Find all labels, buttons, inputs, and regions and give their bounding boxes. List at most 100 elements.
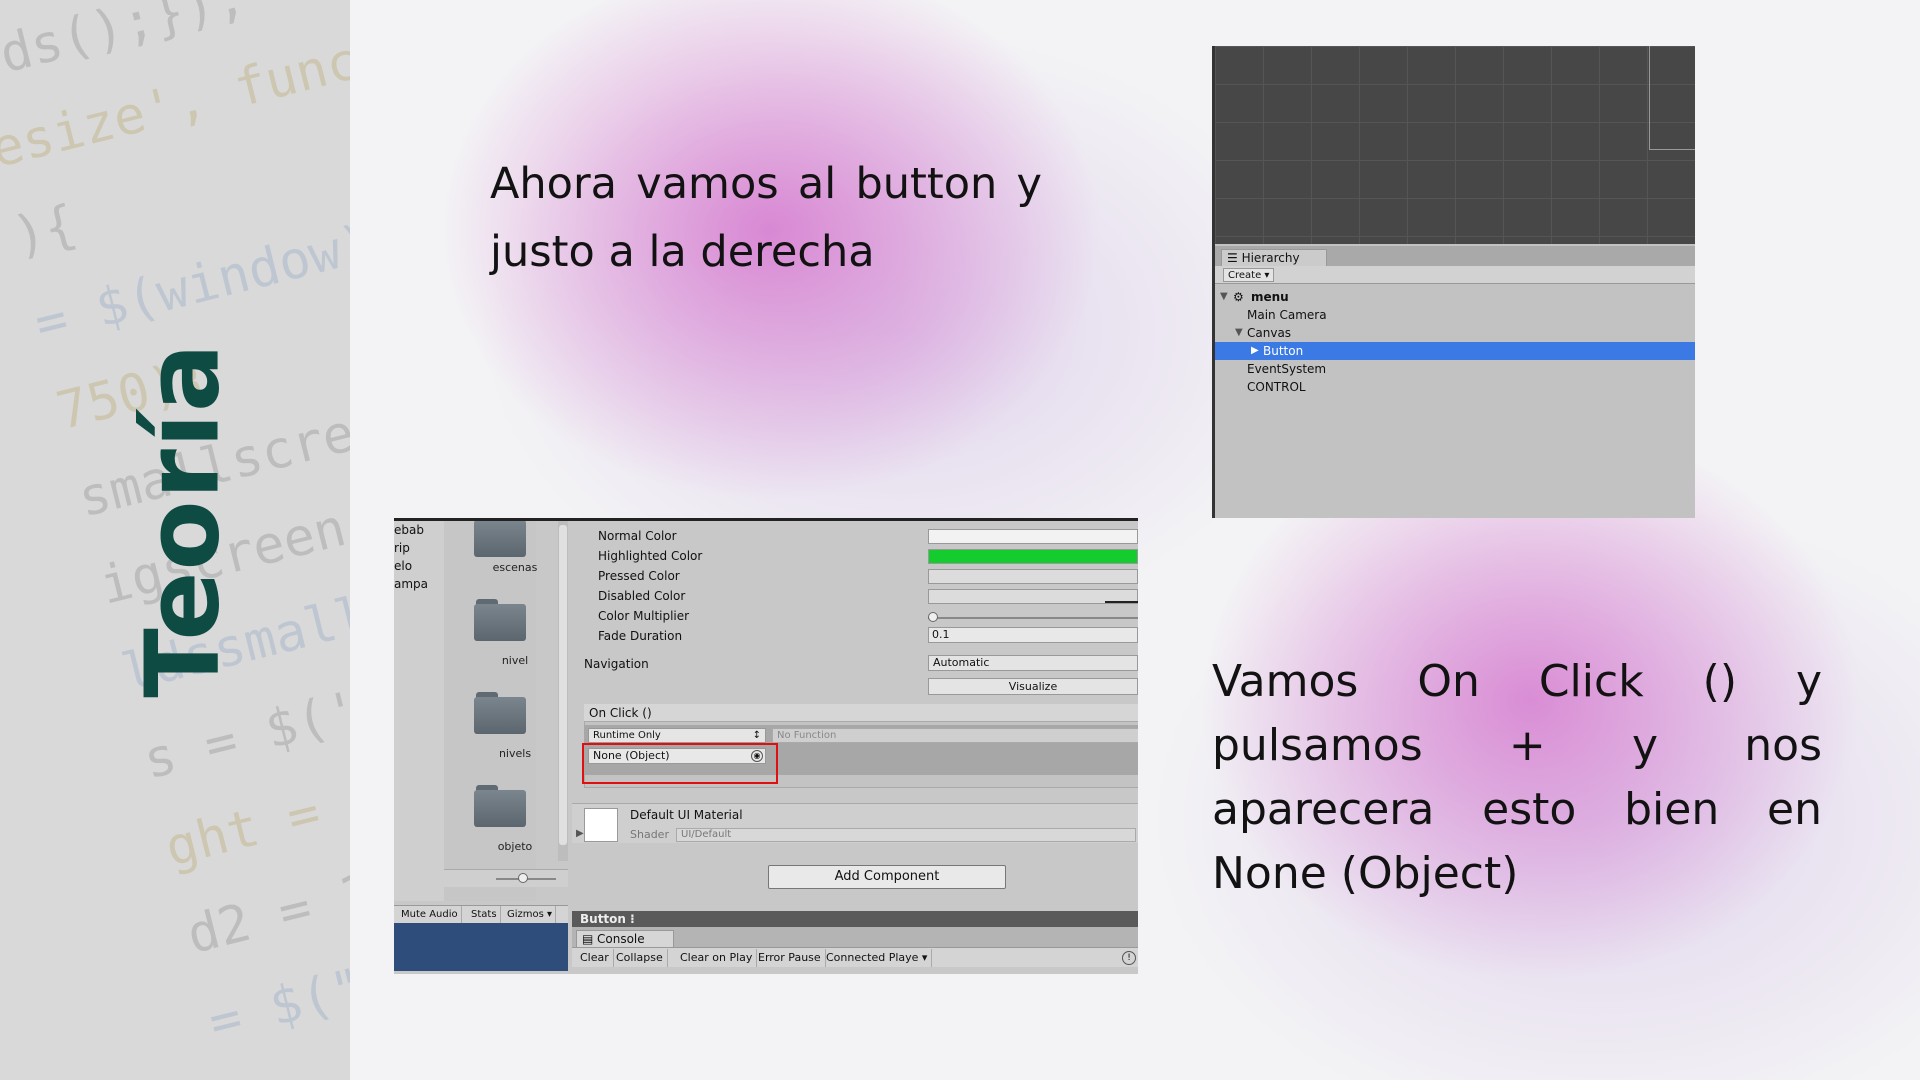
create-label: Create [1228, 270, 1262, 281]
console-toolbar: Clear Collapse Clear on Play Error Pause… [572, 947, 1138, 967]
project-tree: ebab rip elo ampa [394, 521, 444, 901]
normal-color-label: Normal Color [598, 529, 677, 543]
folder-icon[interactable] [474, 785, 526, 827]
scroll-marker [1212, 466, 1215, 484]
unity-scene-icon: ⚙ [1233, 290, 1244, 304]
tab-label: Hierarchy [1241, 251, 1300, 265]
inspector-screenshot: ebab rip elo ampa escenas nivel nivels o… [394, 518, 1138, 974]
tab-hierarchy[interactable]: ☰ Hierarchy [1221, 249, 1327, 267]
chevron-down-icon: ▾ [543, 909, 553, 920]
chevron-down-icon: ▾ [918, 951, 928, 964]
console-icon: ▤ [582, 932, 594, 946]
project-item[interactable]: elo [394, 557, 444, 575]
scene-view [1215, 46, 1695, 244]
connected-player-dropdown[interactable]: Connected Playe ▾ [822, 949, 933, 967]
color-multiplier-label: Color Multiplier [598, 609, 690, 623]
hierarchy-item-label: EventSystem [1247, 362, 1327, 376]
project-item[interactable]: ebab [394, 521, 444, 539]
project-scrollbar[interactable] [558, 521, 568, 861]
expand-arrow-icon[interactable]: ▼ [1220, 288, 1228, 306]
hierarchy-tabbar: ☰ Hierarchy [1215, 246, 1695, 267]
scene-name: menu [1251, 290, 1289, 304]
button-panel-title: Button [580, 912, 626, 926]
hierarchy-item-main-camera[interactable]: Main Camera [1215, 306, 1695, 324]
drag-handle-icon: ⁝ [625, 912, 635, 926]
zoom-slider-knob[interactable] [518, 873, 528, 883]
tab-label: Console [597, 932, 645, 946]
error-pause-button[interactable]: Error Pause [754, 949, 826, 967]
highlight-annotation [582, 743, 778, 784]
pressed-color-label: Pressed Color [598, 569, 680, 583]
connected-player-label: Connected Playe [826, 951, 919, 964]
folder-icon[interactable] [474, 692, 526, 734]
hierarchy-item-label: Canvas [1247, 326, 1292, 340]
color-multiplier-slider[interactable] [928, 617, 1138, 619]
gizmos-label: Gizmos [507, 909, 544, 920]
console-tabbar: ▤ Console [572, 927, 1138, 947]
project-item[interactable]: rip [394, 539, 444, 557]
clear-button[interactable]: Clear [576, 949, 614, 967]
inspector-panel: Normal Color Highlighted Color Pressed C… [572, 521, 1138, 921]
highlighted-color-label: Highlighted Color [598, 549, 703, 563]
hierarchy-item-label: Button [1263, 344, 1304, 358]
side-title: Teoría [123, 342, 243, 698]
gizmos-button[interactable]: Gizmos ▾ [504, 906, 557, 924]
info-icon[interactable]: ! [1122, 951, 1136, 965]
hierarchy-item-label: CONTROL [1247, 380, 1306, 394]
add-component-button[interactable]: Add Component [768, 865, 1006, 889]
hierarchy-item-button[interactable]: ▶ Button [1215, 342, 1695, 360]
runtime-dropdown[interactable]: Runtime Only ↕ [588, 728, 766, 743]
instruction-text-top: Ahora vamos al button y justo a la derec… [490, 159, 1042, 277]
material-name: Default UI Material [630, 808, 743, 822]
instruction-text-bottom: Vamos On Click () y pulsamos + y nos apa… [1212, 656, 1822, 899]
pressed-color-field[interactable] [928, 569, 1138, 584]
tab-console[interactable]: ▤ Console [576, 930, 674, 947]
hierarchy-tree: ▼ ⚙ menu Main Camera ▼ Canvas ▶ Button E… [1215, 288, 1695, 396]
expand-arrow-icon[interactable]: ▶ [576, 828, 584, 839]
fade-duration-label: Fade Duration [598, 629, 683, 643]
collapse-arrow-icon[interactable]: ▶ [1251, 342, 1259, 360]
side-panel: rds();}); esize', functi ){ = $(window).… [0, 0, 350, 1080]
color-multiplier-knob[interactable] [928, 612, 938, 622]
hierarchy-item-eventsystem[interactable]: EventSystem [1215, 360, 1695, 378]
game-toolbar: Mute Audio Stats Gizmos ▾ [394, 905, 568, 924]
hierarchy-toolbar: Create ▾ [1215, 266, 1695, 284]
highlighted-color-field[interactable] [928, 549, 1138, 564]
normal-color-field[interactable] [928, 529, 1138, 544]
scene-row[interactable]: ▼ ⚙ menu [1215, 288, 1695, 306]
navigation-label: Navigation [584, 657, 649, 671]
stats-button[interactable]: Stats [468, 906, 501, 924]
material-section: Default UI Material ▶ Shader UI/Default [572, 803, 1138, 843]
collapse-button[interactable]: Collapse [612, 949, 668, 967]
list-icon: ☰ [1227, 251, 1242, 265]
shader-label: Shader [630, 828, 669, 841]
function-dropdown[interactable]: No Function [772, 728, 1138, 743]
updown-icon: ↕ [752, 730, 761, 741]
expand-arrow-icon[interactable]: ▼ [1235, 324, 1243, 342]
mute-audio-button[interactable]: Mute Audio [398, 906, 462, 924]
project-zoom-bar [444, 869, 568, 887]
disabled-color-field[interactable] [928, 589, 1138, 604]
clear-on-play-button[interactable]: Clear on Play [676, 949, 758, 967]
shader-field[interactable]: UI/Default [676, 828, 1136, 842]
runtime-label: Runtime Only [593, 730, 661, 741]
onclick-header: On Click () [584, 704, 1138, 722]
hierarchy-item-canvas[interactable]: ▼ Canvas [1215, 324, 1695, 342]
navigation-dropdown[interactable]: Automatic [928, 655, 1138, 671]
fade-duration-input[interactable]: 0.1 [928, 627, 1138, 643]
disabled-color-label: Disabled Color [598, 589, 686, 603]
button-panel-header: Button ⁝ [572, 911, 1138, 927]
project-item[interactable]: ampa [394, 575, 444, 593]
game-view [394, 923, 568, 971]
visualize-button[interactable]: Visualize [928, 678, 1138, 695]
chevron-down-icon: ▾ [1261, 270, 1270, 281]
folder-icon[interactable] [474, 599, 526, 641]
project-assets: escenas nivel nivels objeto [444, 521, 537, 901]
folder-icon[interactable] [474, 521, 526, 557]
create-dropdown[interactable]: Create ▾ [1223, 268, 1275, 282]
hierarchy-screenshot: ☰ Hierarchy Create ▾ ▼ ⚙ menu Main Camer… [1212, 46, 1695, 518]
hierarchy-item-control[interactable]: CONTROL [1215, 378, 1695, 396]
hierarchy-item-label: Main Camera [1247, 308, 1327, 322]
material-swatch[interactable] [584, 808, 618, 842]
canvas-frame [1649, 46, 1695, 150]
